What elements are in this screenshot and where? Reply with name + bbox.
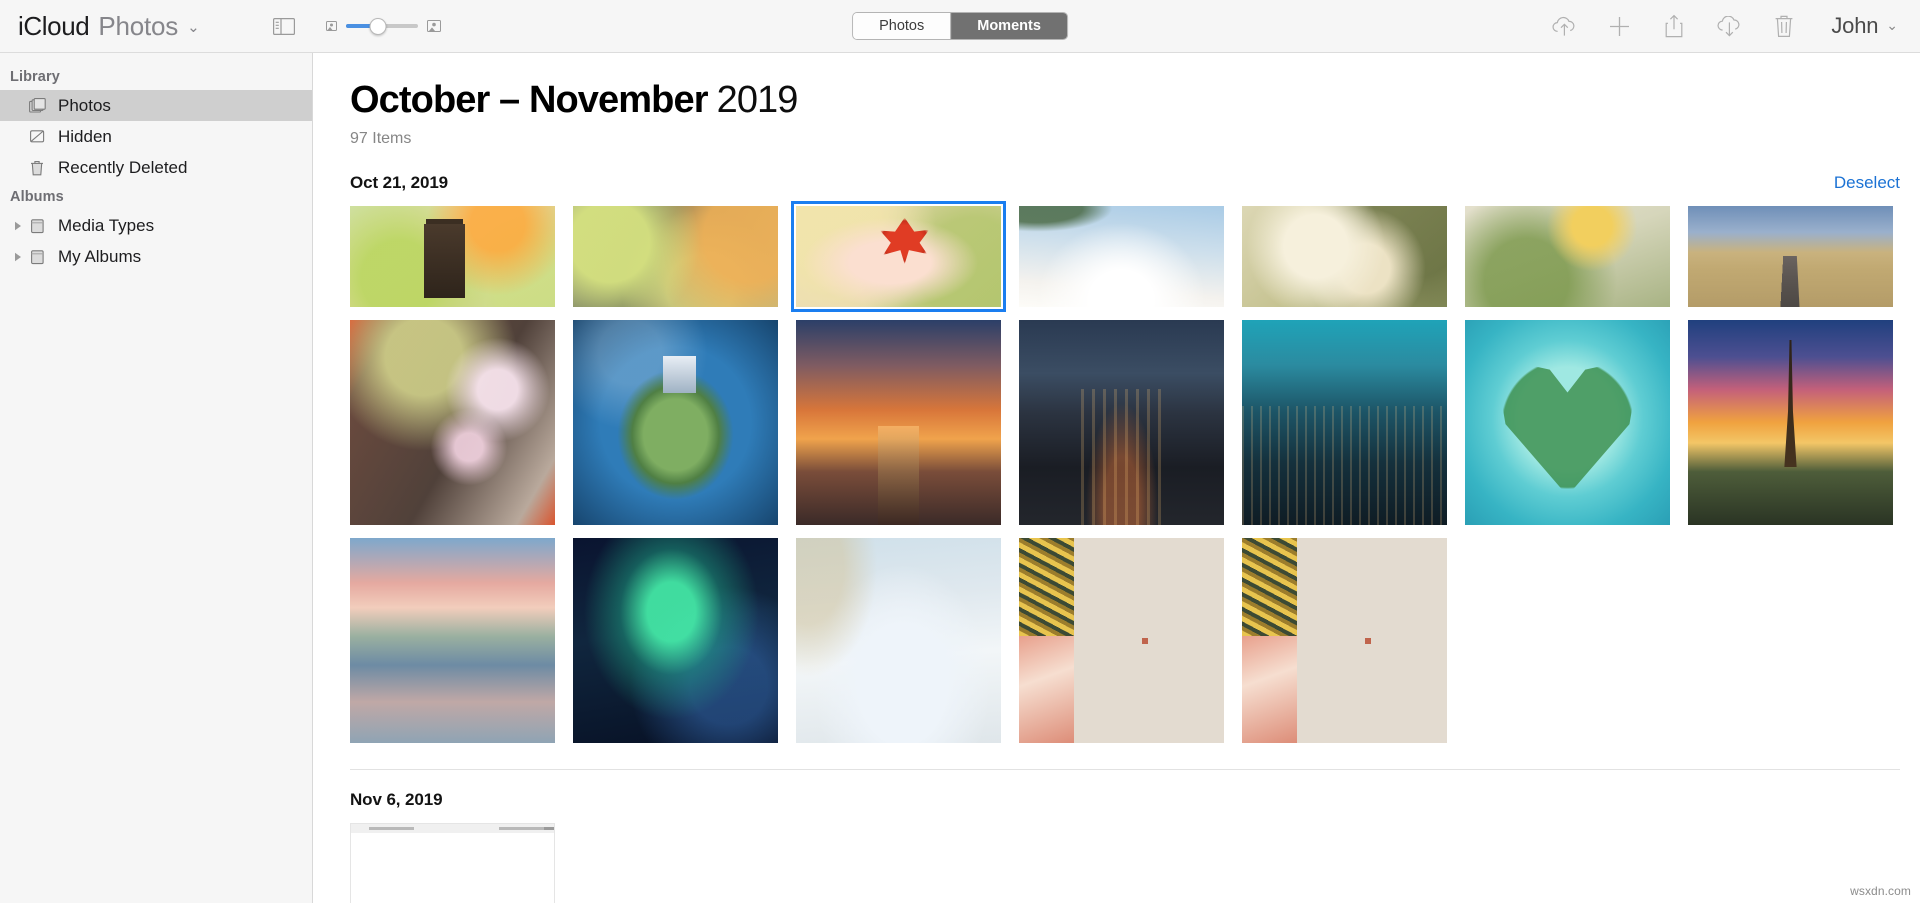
- sidebar-item-my-albums[interactable]: My Albums: [0, 241, 312, 272]
- thumbnail-size-slider[interactable]: [325, 17, 441, 35]
- photo-row: [350, 822, 1920, 903]
- photo-thumbnail[interactable]: [573, 205, 778, 307]
- large-photo-icon: [426, 20, 441, 32]
- account-name-label: John: [1831, 13, 1879, 38]
- moment-header: Nov 6, 2019: [350, 790, 1920, 810]
- photo-thumbnail-selected[interactable]: [791, 200, 1006, 312]
- photo-thumbnail[interactable]: [350, 822, 555, 903]
- sidebar-item-label: Recently Deleted: [58, 158, 188, 177]
- photo-thumbnail[interactable]: [1465, 319, 1670, 525]
- photo-thumbnail[interactable]: [796, 537, 1001, 743]
- page-title: October – November 2019: [350, 79, 1920, 122]
- album-icon: [26, 249, 48, 265]
- photo-thumbnail[interactable]: [1688, 205, 1893, 307]
- photo-thumbnail[interactable]: [573, 319, 778, 525]
- photo-grid-content: October – November 2019 97 Items Oct 21, …: [313, 53, 1920, 903]
- tab-photos[interactable]: Photos: [853, 13, 952, 39]
- small-photo-icon: [325, 21, 337, 31]
- sidebar-item-label: Hidden: [58, 127, 112, 146]
- watermark: wsxdn.com: [1850, 884, 1911, 898]
- sidebar-item-label: My Albums: [58, 247, 142, 266]
- moment-date-label: Nov 6, 2019: [350, 789, 443, 809]
- photo-thumbnail[interactable]: [350, 537, 555, 743]
- photo-thumbnail[interactable]: [796, 319, 1001, 525]
- brand-icloud-text: iCloud: [18, 10, 90, 41]
- photo-row: [350, 319, 1920, 525]
- photo-thumbnail[interactable]: [1242, 205, 1447, 307]
- photo-row: [350, 537, 1920, 743]
- brand-photos-text: Photos: [98, 10, 179, 41]
- page-title-range: October – November: [350, 79, 708, 121]
- album-icon: [26, 218, 48, 234]
- disclosure-triangle-icon[interactable]: [10, 252, 26, 262]
- account-menu[interactable]: John ⌄: [1831, 13, 1898, 39]
- photo-thumbnail[interactable]: [1242, 319, 1447, 525]
- app-toolbar: iCloud Photos ⌄ Photos Moments John ⌄: [0, 0, 1920, 53]
- slider-track[interactable]: [345, 17, 418, 35]
- sidebar-section-albums-header: Albums: [10, 189, 64, 205]
- chevron-down-icon[interactable]: ⌄: [187, 18, 200, 36]
- photo-thumbnail[interactable]: [573, 537, 778, 743]
- moment-date-label: Oct 21, 2019: [350, 172, 449, 192]
- moment-header: Oct 21, 2019 Deselect: [350, 173, 1920, 193]
- trash-icon: [26, 160, 48, 176]
- photo-row: [350, 200, 1920, 312]
- photo-thumbnail[interactable]: [1019, 205, 1224, 307]
- trash-icon[interactable]: [1770, 12, 1798, 40]
- icloud-photos-window: iCloud Photos ⌄ Photos Moments John ⌄ Li…: [0, 0, 1920, 903]
- upload-to-cloud-icon[interactable]: [1550, 12, 1578, 40]
- sidebar-item-label: Media Types: [58, 216, 155, 235]
- page-title-year: 2019: [716, 79, 799, 121]
- sidebar-toggle-icon[interactable]: [270, 15, 298, 37]
- app-body: Library Photos Hidden Recently Deleted A…: [0, 53, 1920, 903]
- photo-thumbnail[interactable]: [1242, 537, 1447, 743]
- photo-thumbnail[interactable]: [1465, 205, 1670, 307]
- hidden-eye-icon: [26, 129, 48, 144]
- photo-thumbnail[interactable]: [1019, 537, 1224, 743]
- photo-thumbnail[interactable]: [1019, 319, 1224, 525]
- toolbar-left-tools: [270, 15, 441, 37]
- sidebar-item-hidden[interactable]: Hidden: [0, 121, 312, 152]
- item-count-label: 97 Items: [350, 129, 412, 147]
- photos-stack-icon: [26, 98, 48, 113]
- photo-thumbnail[interactable]: [350, 319, 555, 525]
- disclosure-triangle-icon[interactable]: [10, 221, 26, 231]
- slider-knob[interactable]: [369, 17, 387, 35]
- tab-moments[interactable]: Moments: [951, 13, 1067, 39]
- toolbar-right-tools: John ⌄: [1550, 12, 1898, 40]
- add-icon[interactable]: [1605, 12, 1633, 40]
- sidebar: Library Photos Hidden Recently Deleted A…: [0, 53, 313, 903]
- sidebar-item-label: Photos: [58, 96, 111, 115]
- photo-thumbnail[interactable]: [350, 205, 555, 307]
- deselect-button[interactable]: Deselect: [1834, 173, 1900, 193]
- chevron-down-icon[interactable]: ⌄: [1886, 17, 1898, 34]
- photo-thumbnail[interactable]: [1688, 319, 1893, 525]
- moment-divider: [350, 768, 1900, 770]
- app-brand[interactable]: iCloud Photos ⌄: [18, 11, 200, 42]
- sidebar-item-media-types[interactable]: Media Types: [0, 210, 312, 241]
- view-mode-segmented-control[interactable]: Photos Moments: [852, 12, 1068, 40]
- sidebar-item-photos[interactable]: Photos: [0, 90, 312, 121]
- sidebar-item-recently-deleted[interactable]: Recently Deleted: [0, 152, 312, 183]
- sidebar-section-library-header: Library: [10, 69, 60, 85]
- download-from-cloud-icon[interactable]: [1715, 12, 1743, 40]
- share-icon[interactable]: [1660, 12, 1688, 40]
